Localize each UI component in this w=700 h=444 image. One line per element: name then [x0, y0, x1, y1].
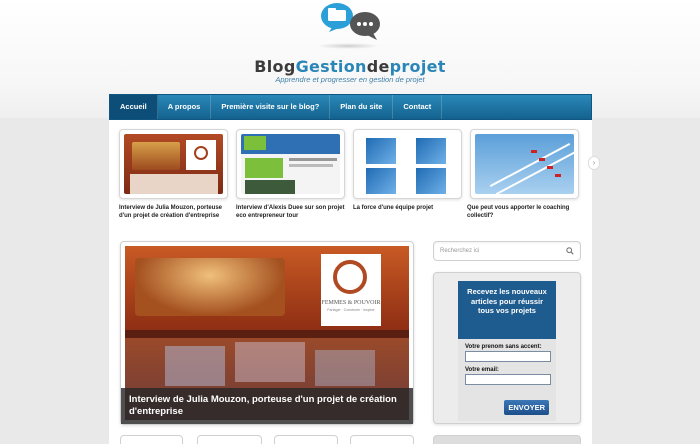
site-brand[interactable]: BlogGestiondeprojet	[0, 57, 700, 76]
carousel-thumb-2[interactable]	[236, 129, 345, 199]
email-field[interactable]	[465, 374, 551, 385]
nav-item-premiere-visite[interactable]: Première visite sur le blog?	[211, 95, 331, 119]
search-placeholder: Recherchez ici	[440, 248, 480, 254]
featured-logo-subtext: Partager · Construire · Inspirer	[327, 308, 375, 312]
thumb-image-2	[241, 134, 340, 194]
carousel-caption-4[interactable]: Que peut vous apporter le coaching colle…	[467, 204, 579, 220]
first-name-label: Votre prenom sans accent:	[465, 344, 542, 350]
site-tagline: Apprendre et progresser en gestion de pr…	[275, 75, 425, 84]
thumb-image-4	[475, 134, 574, 194]
nav-item-a-propos[interactable]: A propos	[158, 95, 212, 119]
newsletter-form: Recevez les nouveaux articles pour réuss…	[458, 281, 556, 421]
featured-slider[interactable]: FEMMES & POUVOIR Partager · Construire ·…	[120, 241, 414, 425]
nav-item-plan-du-site[interactable]: Plan du site	[330, 95, 394, 119]
carousel-caption-2[interactable]: Interview d'Alexis Duee sur son projet e…	[236, 204, 348, 220]
featured-logo-text: FEMMES & POUVOIR	[321, 300, 381, 306]
nav-item-contact[interactable]: Contact	[393, 95, 443, 119]
submit-button[interactable]: ENVOYER	[504, 400, 549, 415]
bottom-thumb-2[interactable]	[197, 435, 262, 444]
thumb-image-1	[124, 134, 223, 194]
bottom-thumb-1[interactable]	[120, 435, 183, 444]
search-input[interactable]: Recherchez ici	[433, 241, 581, 261]
carousel-thumb-4[interactable]	[470, 129, 579, 199]
brand-part-blog: Blog	[254, 57, 296, 76]
brand-part-projet: projet	[389, 57, 446, 76]
search-icon[interactable]	[566, 247, 574, 255]
brand-part-de: de	[366, 57, 390, 76]
carousel-caption-3[interactable]: La force d'une équipe projet	[353, 204, 465, 212]
brand-part-gestion: Gestion	[295, 57, 367, 76]
main-content: Interview de Julia Mouzon, porteuse d'un…	[109, 120, 592, 444]
bottom-thumb-3[interactable]	[274, 435, 338, 444]
thumb-image-3	[358, 134, 457, 194]
chevron-right-icon[interactable]: ›	[588, 156, 600, 170]
newsletter-widget: Recevez les nouveaux articles pour réuss…	[433, 272, 581, 424]
nav-item-accueil[interactable]: Accueil	[110, 95, 158, 119]
carousel-thumb-3[interactable]	[353, 129, 462, 199]
sidebar-next-widget	[433, 435, 581, 444]
logo-shadow	[316, 43, 380, 49]
bottom-thumb-4[interactable]	[350, 435, 414, 444]
carousel-thumb-1[interactable]	[119, 129, 228, 199]
newsletter-title: Recevez les nouveaux articles pour réuss…	[458, 281, 556, 339]
email-label: Votre email:	[465, 367, 499, 373]
main-nav: Accueil A propos Première visite sur le …	[109, 94, 592, 120]
first-name-field[interactable]	[465, 351, 551, 362]
folder-chat-logo-icon	[321, 3, 380, 40]
featured-caption[interactable]: Interview de Julia Mouzon, porteuse d'un…	[121, 388, 413, 424]
carousel-caption-1[interactable]: Interview de Julia Mouzon, porteuse d'un…	[119, 204, 231, 220]
